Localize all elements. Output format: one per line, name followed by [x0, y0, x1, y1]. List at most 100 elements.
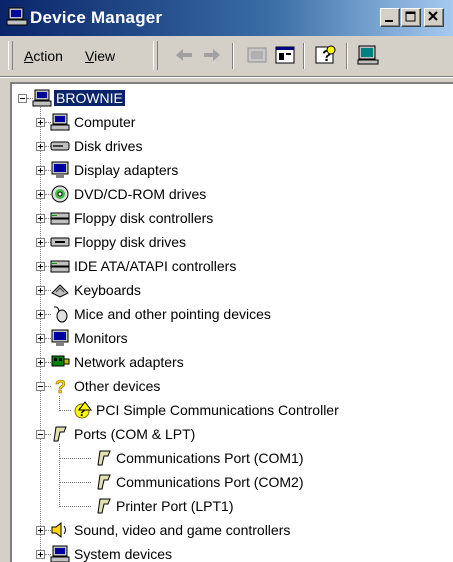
- disk-drive-icon: [50, 141, 70, 151]
- expand-toggle[interactable]: [36, 166, 45, 175]
- tree-root[interactable]: BROWNIE: [12, 88, 442, 108]
- network-adapter-icon: [51, 355, 70, 367]
- toolbar-separator-3: [346, 43, 348, 69]
- computer-icon: [50, 113, 70, 131]
- tree-item-label: Communications Port (COM1): [116, 450, 304, 466]
- expand-toggle[interactable]: [36, 142, 45, 151]
- keyboard-icon: [51, 284, 69, 298]
- window-title: Device Manager: [30, 8, 163, 27]
- expand-toggle[interactable]: [36, 238, 45, 247]
- tree-item-label: Printer Port (LPT1): [116, 498, 234, 514]
- expand-toggle[interactable]: [36, 214, 45, 223]
- tree-item-other-devices[interactable]: ? Other devices: [12, 376, 442, 396]
- tree-item-floppy-drives[interactable]: Floppy disk drives: [12, 232, 442, 252]
- back-arrow-icon[interactable]: [172, 43, 196, 67]
- up-folder-icon[interactable]: [245, 43, 269, 67]
- tree-branch: [59, 458, 91, 459]
- collapse-toggle[interactable]: [36, 382, 45, 391]
- expand-toggle[interactable]: [36, 526, 45, 535]
- tree-item-label: Communications Port (COM2): [116, 474, 304, 490]
- monitor-icon: [51, 329, 69, 346]
- mouse-icon: [53, 306, 68, 323]
- tree-item-mice[interactable]: Mice and other pointing devices: [12, 304, 442, 324]
- tree-item-label: Network adapters: [74, 354, 184, 370]
- port-icon: [97, 498, 111, 514]
- expand-toggle[interactable]: [36, 334, 45, 343]
- scan-hardware-icon[interactable]: [356, 43, 380, 67]
- tree-item-label: Display adapters: [74, 162, 179, 178]
- tree-item-dvd-cdrom[interactable]: DVD/CD-ROM drives: [12, 184, 442, 204]
- tree-item-label: Keyboards: [74, 282, 141, 298]
- toolbar-separator: [232, 43, 234, 69]
- tree-item-label: PCI Simple Communications Controller: [96, 402, 339, 418]
- tree-item-label: Sound, video and game controllers: [74, 522, 291, 538]
- sound-icon: [51, 521, 66, 539]
- tree-item-label: Monitors: [74, 330, 128, 346]
- expand-toggle[interactable]: [36, 190, 45, 199]
- tree-child-lpt1[interactable]: Printer Port (LPT1): [12, 496, 442, 516]
- expand-toggle[interactable]: [36, 550, 45, 559]
- forward-arrow-icon[interactable]: [200, 43, 224, 67]
- tree-branch: [59, 410, 71, 411]
- toolbar-grip-2[interactable]: [153, 41, 158, 70]
- tree-item-system-devices[interactable]: System devices: [12, 544, 442, 562]
- tree-item-label: Floppy disk controllers: [74, 210, 214, 226]
- tree-item-network-adapters[interactable]: Network adapters: [12, 352, 442, 372]
- port-icon: [97, 450, 111, 466]
- tree-child-com2[interactable]: Communications Port (COM2): [12, 472, 442, 492]
- close-icon: [428, 11, 438, 21]
- tree-item-disk-drives[interactable]: Disk drives: [12, 136, 442, 156]
- tree-item-keyboards[interactable]: Keyboards: [12, 280, 442, 300]
- tree-item-floppy-controllers[interactable]: Floppy disk controllers: [12, 208, 442, 228]
- expand-toggle[interactable]: [36, 358, 45, 367]
- tree-item-label: System devices: [74, 546, 173, 562]
- tree-child-com1[interactable]: Communications Port (COM1): [12, 448, 442, 468]
- menu-action[interactable]: Action: [24, 48, 63, 64]
- display-adapter-icon: [51, 161, 69, 178]
- maximize-button[interactable]: [401, 8, 421, 27]
- unknown-device-icon: ?: [55, 377, 67, 395]
- port-icon: [97, 474, 111, 490]
- tree-item-label: Disk drives: [74, 138, 143, 154]
- tree-child-pci-controller[interactable]: ? PCI Simple Communications Controller: [12, 400, 442, 420]
- toolbar-grip[interactable]: [8, 41, 13, 70]
- help-icon[interactable]: ?: [314, 43, 338, 67]
- collapse-toggle[interactable]: [36, 430, 45, 439]
- toolbar-separator-2: [303, 43, 305, 69]
- expand-toggle[interactable]: [36, 118, 45, 127]
- tree-item-sound[interactable]: Sound, video and game controllers: [12, 520, 442, 540]
- cdrom-icon: [51, 185, 69, 203]
- computer-icon: [6, 7, 28, 26]
- expand-toggle[interactable]: [36, 310, 45, 319]
- tree-item-monitors[interactable]: Monitors: [12, 328, 442, 348]
- maximize-icon: [405, 11, 416, 22]
- expand-toggle[interactable]: [36, 286, 45, 295]
- toolbar: Action View ?: [0, 36, 453, 77]
- menu-action-rest: ction: [33, 48, 63, 64]
- properties-icon[interactable]: [273, 43, 297, 67]
- tree-root-label: BROWNIE: [54, 90, 125, 106]
- minimize-icon: [385, 20, 393, 22]
- minimize-button[interactable]: [380, 8, 400, 27]
- collapse-toggle[interactable]: [18, 94, 27, 103]
- tree-item-computer[interactable]: Computer: [12, 112, 442, 132]
- tree-branch: [59, 506, 91, 507]
- controller-icon: [50, 260, 70, 273]
- tree-item-label: Computer: [74, 114, 136, 130]
- device-tree[interactable]: BROWNIE Computer Disk drives Display ada…: [10, 82, 453, 562]
- computer-icon: [32, 89, 52, 107]
- close-button[interactable]: [424, 8, 444, 27]
- floppy-icon: [50, 237, 70, 247]
- tree-item-ports[interactable]: Ports (COM & LPT): [12, 424, 442, 444]
- expand-toggle[interactable]: [36, 262, 45, 271]
- tree-item-label: Floppy disk drives: [74, 234, 187, 250]
- controller-icon: [50, 212, 70, 225]
- title-bar[interactable]: Device Manager: [0, 0, 453, 36]
- tree-item-label: Other devices: [74, 378, 161, 394]
- tree-item-ide-controllers[interactable]: IDE ATA/ATAPI controllers: [12, 256, 442, 276]
- tree-item-display-adapters[interactable]: Display adapters: [12, 160, 442, 180]
- tree-item-label: DVD/CD-ROM drives: [74, 186, 207, 202]
- tree-item-label: Mice and other pointing devices: [74, 306, 271, 322]
- computer-icon: [50, 545, 70, 562]
- menu-view[interactable]: View: [85, 48, 115, 64]
